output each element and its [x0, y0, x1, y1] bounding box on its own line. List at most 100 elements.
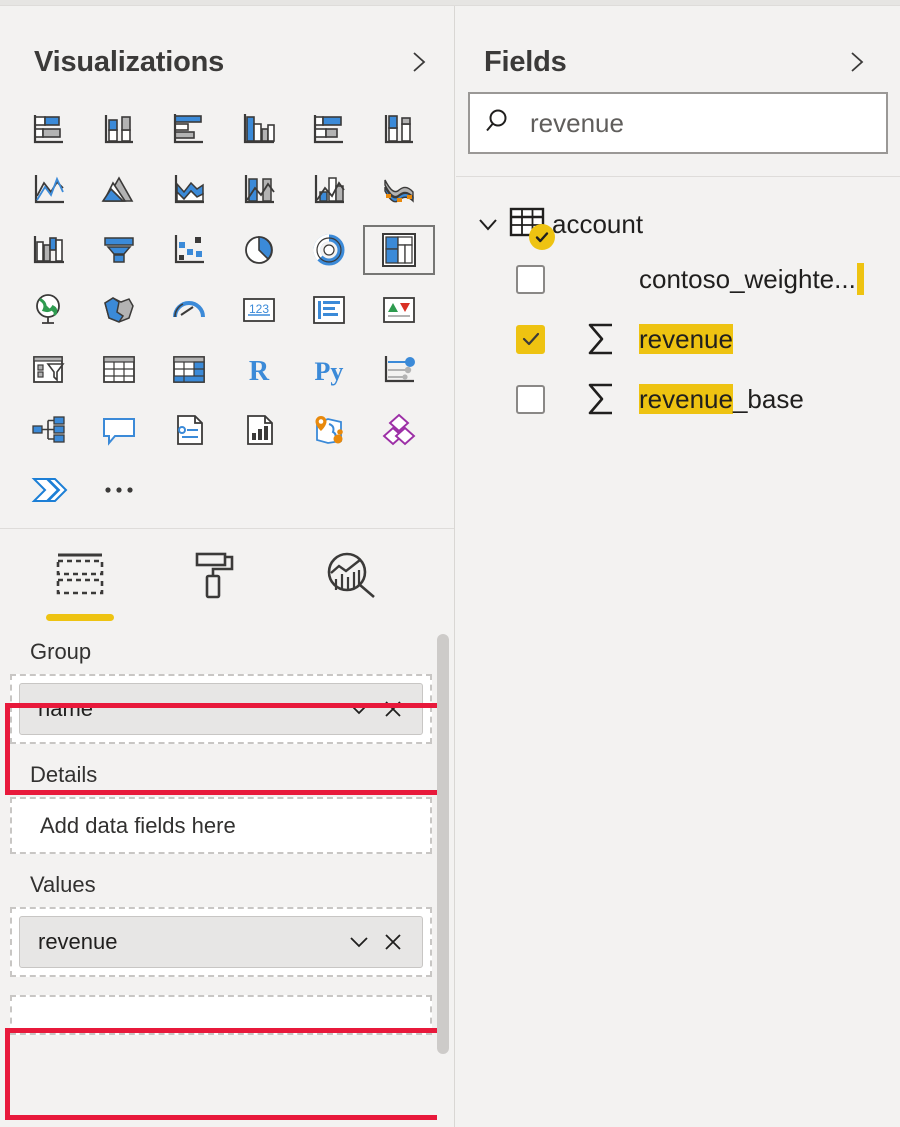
- dropzone-group[interactable]: name: [10, 674, 432, 744]
- pie-chart-icon[interactable]: [224, 226, 294, 274]
- line-chart-icon[interactable]: [14, 166, 84, 214]
- stacked-column-chart-icon[interactable]: [84, 106, 154, 154]
- dropzone-details[interactable]: Add data fields here: [10, 797, 432, 854]
- donut-chart-icon[interactable]: [294, 226, 364, 274]
- hundred-percent-stacked-bar-chart-icon[interactable]: [294, 106, 364, 154]
- analytics-magnifier-icon: [323, 549, 381, 606]
- field-chip-group[interactable]: name: [19, 683, 423, 735]
- paint-roller-icon: [187, 549, 245, 606]
- power-bi-panes: Visualizations: [0, 0, 900, 1127]
- close-icon[interactable]: [376, 925, 410, 959]
- tab-underline: [318, 614, 386, 621]
- list-item[interactable]: revenue: [456, 309, 900, 369]
- field-checkbox[interactable]: [516, 265, 545, 294]
- treemap-chart-icon[interactable]: [364, 226, 434, 274]
- paginated-report-visual-icon[interactable]: [224, 406, 294, 454]
- chevron-down-icon[interactable]: [342, 692, 376, 726]
- power-apps-visual-icon[interactable]: [364, 406, 434, 454]
- decomposition-tree-visual-icon[interactable]: [14, 406, 84, 454]
- field-name: contoso_weighte...: [639, 263, 864, 295]
- search-input-value: revenue: [514, 108, 624, 139]
- fields-pane: Fields revenue: [456, 6, 900, 1127]
- visualizations-pane: Visualizations: [0, 6, 455, 1127]
- smart-narrative-visual-icon[interactable]: [154, 406, 224, 454]
- fields-tree: account contoso_weighte... revenue: [456, 177, 900, 429]
- ribbon-chart-icon[interactable]: [364, 166, 434, 214]
- dropzone-placeholder: Add data fields here: [12, 813, 236, 839]
- power-automate-visual-icon[interactable]: [14, 466, 84, 514]
- line-and-stacked-column-chart-icon[interactable]: [224, 166, 294, 214]
- key-influencers-visual-icon[interactable]: [364, 346, 434, 394]
- well-label-details: Details: [0, 744, 454, 797]
- filled-map-chart-icon[interactable]: [84, 286, 154, 334]
- stacked-area-chart-icon[interactable]: [154, 166, 224, 214]
- kpi-visual-icon[interactable]: [364, 286, 434, 334]
- funnel-chart-icon[interactable]: [84, 226, 154, 274]
- scatter-chart-icon[interactable]: [154, 226, 224, 274]
- field-checkbox[interactable]: [516, 385, 545, 414]
- search-icon: [484, 106, 514, 141]
- dropzone-next-partial[interactable]: [10, 995, 432, 1035]
- table-visual-icon[interactable]: [84, 346, 154, 394]
- field-chip-values[interactable]: revenue: [19, 916, 423, 968]
- more-options-ellipsis-icon[interactable]: [84, 466, 154, 514]
- clustered-bar-chart-icon[interactable]: [154, 106, 224, 154]
- r-script-visual-icon[interactable]: R: [224, 346, 294, 394]
- card-visual-icon[interactable]: 123: [224, 286, 294, 334]
- chevron-down-icon[interactable]: [342, 925, 376, 959]
- tab-format[interactable]: [180, 549, 252, 621]
- page-title: Visualizations: [34, 46, 224, 79]
- list-item[interactable]: contoso_weighte...: [456, 249, 900, 309]
- well-label-values: Values: [0, 854, 454, 907]
- tab-fields[interactable]: [44, 549, 116, 621]
- svg-text:123: 123: [249, 302, 269, 316]
- fields-tree-table-account[interactable]: account: [456, 199, 900, 249]
- q-and-a-visual-icon[interactable]: [84, 406, 154, 454]
- fields-header: Fields: [456, 6, 900, 92]
- visualizations-scrollbar[interactable]: [437, 634, 449, 1127]
- visualizations-tab-strip: [0, 529, 454, 621]
- highlight-ring-values-well: [5, 1028, 448, 1120]
- clustered-column-chart-icon[interactable]: [224, 106, 294, 154]
- arcgis-maps-visual-icon[interactable]: [294, 406, 364, 454]
- hundred-percent-stacked-column-chart-icon[interactable]: [364, 106, 434, 154]
- well-label-group: Group: [0, 621, 454, 674]
- multi-row-card-visual-icon[interactable]: [294, 286, 364, 334]
- truncation-highlight-marker: [857, 263, 864, 295]
- tab-analytics[interactable]: [316, 549, 388, 621]
- tab-active-underline: [46, 614, 114, 621]
- check-badge-icon: [529, 224, 555, 250]
- slicer-visual-icon[interactable]: [14, 346, 84, 394]
- field-wells: Group name Details Add data fields here …: [0, 621, 454, 1035]
- search-input[interactable]: revenue: [468, 92, 888, 154]
- scrollbar-thumb[interactable]: [437, 634, 449, 1054]
- area-chart-icon[interactable]: [84, 166, 154, 214]
- field-chip-name: name: [38, 696, 342, 722]
- field-name-suffix: _base: [733, 384, 804, 414]
- fields-tree-table-name: account: [552, 209, 643, 240]
- sigma-measure-icon: [579, 379, 623, 419]
- table-icon: [508, 205, 548, 243]
- map-chart-icon[interactable]: [14, 286, 84, 334]
- stacked-bar-chart-icon[interactable]: [14, 106, 84, 154]
- close-icon[interactable]: [376, 692, 410, 726]
- line-and-clustered-column-chart-icon[interactable]: [294, 166, 364, 214]
- list-item[interactable]: revenue_base: [456, 369, 900, 429]
- dropzone-values[interactable]: revenue: [10, 907, 432, 977]
- python-script-visual-icon[interactable]: Py: [294, 346, 364, 394]
- gauge-chart-icon[interactable]: [154, 286, 224, 334]
- tab-underline: [182, 614, 250, 621]
- fields-search-wrap: revenue: [456, 92, 900, 154]
- fields-title: Fields: [484, 46, 567, 79]
- field-checkbox[interactable]: [516, 325, 545, 354]
- chevron-down-icon[interactable]: [474, 210, 502, 238]
- field-chip-name: revenue: [38, 929, 342, 955]
- visualization-type-gallery: 123: [14, 92, 454, 518]
- visualizations-header: Visualizations: [0, 6, 454, 92]
- waterfall-chart-icon[interactable]: [14, 226, 84, 274]
- chevron-right-icon[interactable]: [844, 49, 870, 75]
- svg-text:Py: Py: [315, 357, 344, 386]
- svg-text:R: R: [249, 356, 270, 387]
- chevron-right-icon[interactable]: [406, 49, 432, 75]
- matrix-visual-icon[interactable]: [154, 346, 224, 394]
